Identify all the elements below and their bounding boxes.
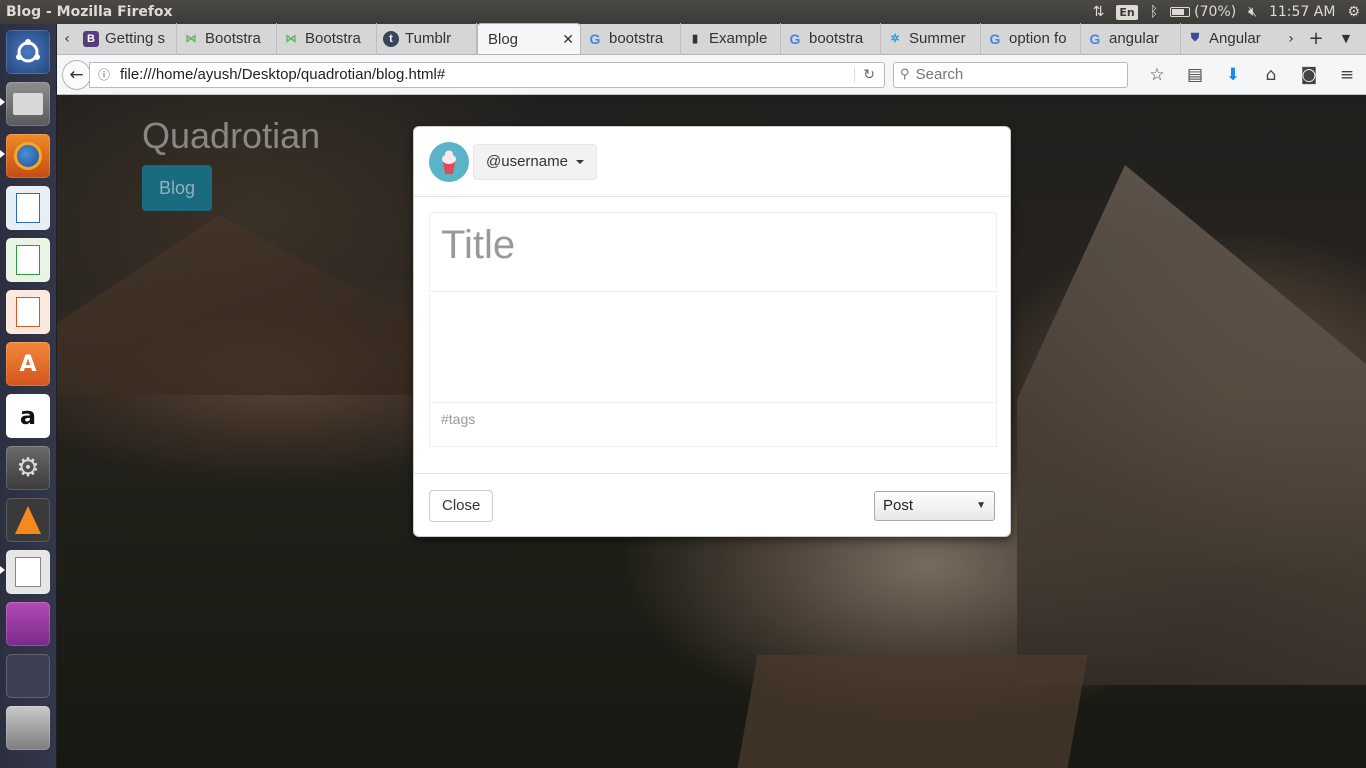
- site-brand[interactable]: Quadrotian: [142, 115, 320, 157]
- search-bar[interactable]: ⚲: [892, 61, 1128, 88]
- menu-icon[interactable]: ≡: [1328, 60, 1366, 90]
- angular-icon: ⛊: [1190, 32, 1200, 44]
- vlc-icon[interactable]: [6, 498, 50, 542]
- volume-muted-icon[interactable]: 🔇︎: [1242, 0, 1263, 24]
- system-settings-icon[interactable]: ⚙: [6, 446, 50, 490]
- network-icon[interactable]: ⇅: [1087, 0, 1111, 24]
- impress-icon[interactable]: [6, 290, 50, 334]
- system-top-panel: Blog - Mozilla Firefox ⇅ En ᛒ (70%) 🔇︎ 1…: [0, 0, 1366, 24]
- new-post-modal: @username Close Post ▼: [413, 126, 1011, 537]
- tab-google-bootstrap-2[interactable]: G bootstra: [781, 23, 881, 54]
- google-icon: G: [989, 30, 1001, 47]
- settings-gear-icon[interactable]: ⚙: [1341, 0, 1366, 24]
- window-title: Blog - Mozilla Firefox: [6, 4, 173, 20]
- avatar: [429, 141, 469, 182]
- post-type-select[interactable]: Post ▼: [874, 490, 995, 521]
- toolbar-icons: ☆ ▤ ⬇ ⌂ ◙ ≡: [1138, 60, 1366, 90]
- title-field[interactable]: [429, 212, 997, 292]
- post-select-value: Post: [883, 497, 914, 514]
- bluetooth-icon[interactable]: ᛒ: [1144, 0, 1164, 24]
- battery-percent: (70%): [1194, 4, 1237, 20]
- software-center-icon[interactable]: A: [6, 342, 50, 386]
- tab-google-option[interactable]: G option fo: [981, 23, 1081, 54]
- site-info-icon[interactable]: ⓘ: [94, 66, 114, 83]
- modal-body: [414, 197, 1010, 447]
- browser-nav-bar: ← ⓘ file:///home/ayush/Desktop/quadrotia…: [57, 55, 1366, 95]
- page-content: Quadrotian Blog @username Close: [57, 95, 1366, 768]
- browser-tab-strip: ‹ B Getting s ⋈ Bootstra ⋈ Bootstra t Tu…: [57, 23, 1366, 55]
- firefox-icon[interactable]: [6, 134, 50, 178]
- bootsnipp-icon: ⋈: [185, 33, 197, 45]
- tab-blog[interactable]: Blog ✕: [477, 23, 581, 54]
- google-icon: G: [1089, 30, 1101, 47]
- chevron-down-icon: ▼: [976, 500, 986, 511]
- calc-icon[interactable]: [6, 238, 50, 282]
- ubuntu-dash-icon[interactable]: [6, 30, 50, 74]
- workspace-switcher-icon[interactable]: [6, 654, 50, 698]
- indicator-area: ⇅ En ᛒ (70%) 🔇︎ 11:57 AM ⚙: [1087, 0, 1366, 24]
- battery-indicator[interactable]: (70%): [1164, 0, 1242, 24]
- text-editor-icon[interactable]: [6, 550, 50, 594]
- drive-icon[interactable]: [6, 706, 50, 750]
- search-input[interactable]: [915, 66, 1126, 83]
- back-arrow-icon[interactable]: ←: [62, 59, 91, 90]
- downloads-icon[interactable]: ⬇: [1214, 60, 1252, 90]
- app-window-icon[interactable]: [6, 602, 50, 646]
- google-icon: G: [589, 30, 601, 47]
- bookmark-star-icon[interactable]: ☆: [1138, 60, 1176, 90]
- caret-down-icon: [575, 159, 584, 164]
- summernote-icon: ✲: [890, 33, 900, 45]
- new-tab-icon[interactable]: +: [1301, 23, 1331, 54]
- pocket-icon[interactable]: ◙: [1290, 60, 1328, 90]
- tumblr-icon: t: [383, 30, 399, 47]
- tab-summernote[interactable]: ✲ Summer: [881, 23, 981, 54]
- list-all-tabs-icon[interactable]: ▼: [1331, 23, 1361, 54]
- post-body-field[interactable]: [429, 295, 997, 403]
- bootstrap-icon: B: [83, 30, 99, 47]
- tab-tumblr[interactable]: t Tumblr: [377, 23, 477, 54]
- home-icon[interactable]: ⌂: [1252, 60, 1290, 90]
- bootsnipp-icon: ⋈: [285, 33, 297, 45]
- keyboard-language-indicator[interactable]: En: [1116, 4, 1138, 20]
- url-text[interactable]: file:///home/ayush/Desktop/quadrotian/bl…: [120, 66, 854, 83]
- username-label: @username: [486, 153, 568, 170]
- tab-google-angular[interactable]: G angular: [1081, 23, 1181, 54]
- tab-bootstrap-1[interactable]: ⋈ Bootstra: [177, 23, 277, 54]
- tab-scroll-right-icon[interactable]: ›: [1281, 23, 1301, 54]
- reload-icon[interactable]: ↻: [853, 66, 884, 83]
- tab-bootstrap-2[interactable]: ⋈ Bootstra: [277, 23, 377, 54]
- tab-angular[interactable]: ⛊ Angular: [1181, 23, 1281, 54]
- modal-footer: Close Post ▼: [414, 473, 1010, 537]
- tags-field[interactable]: [429, 403, 997, 447]
- book-icon: ▮: [691, 33, 699, 45]
- close-tab-icon[interactable]: ✕: [562, 31, 574, 48]
- close-button[interactable]: Close: [429, 489, 494, 522]
- amazon-icon[interactable]: a: [6, 394, 50, 438]
- unity-launcher: A a ⚙: [0, 24, 57, 768]
- clock[interactable]: 11:57 AM: [1263, 0, 1341, 24]
- tab-google-bootstrap-1[interactable]: G bootstra: [581, 23, 681, 54]
- tab-scroll-left-icon[interactable]: ‹: [57, 23, 77, 54]
- bookmarks-list-icon[interactable]: ▤: [1176, 60, 1214, 90]
- search-icon: ⚲: [899, 67, 910, 82]
- username-dropdown-button[interactable]: @username: [473, 143, 597, 180]
- battery-icon: [1170, 7, 1191, 17]
- url-bar[interactable]: ⓘ file:///home/ayush/Desktop/quadrotian/…: [89, 61, 885, 88]
- modal-header: @username: [414, 127, 1010, 197]
- blog-nav-button[interactable]: Blog: [142, 165, 212, 211]
- tab-getting-started[interactable]: B Getting s: [77, 23, 177, 54]
- writer-icon[interactable]: [6, 186, 50, 230]
- tab-example[interactable]: ▮ Example: [681, 23, 781, 54]
- google-icon: G: [789, 30, 801, 47]
- files-icon[interactable]: [6, 82, 50, 126]
